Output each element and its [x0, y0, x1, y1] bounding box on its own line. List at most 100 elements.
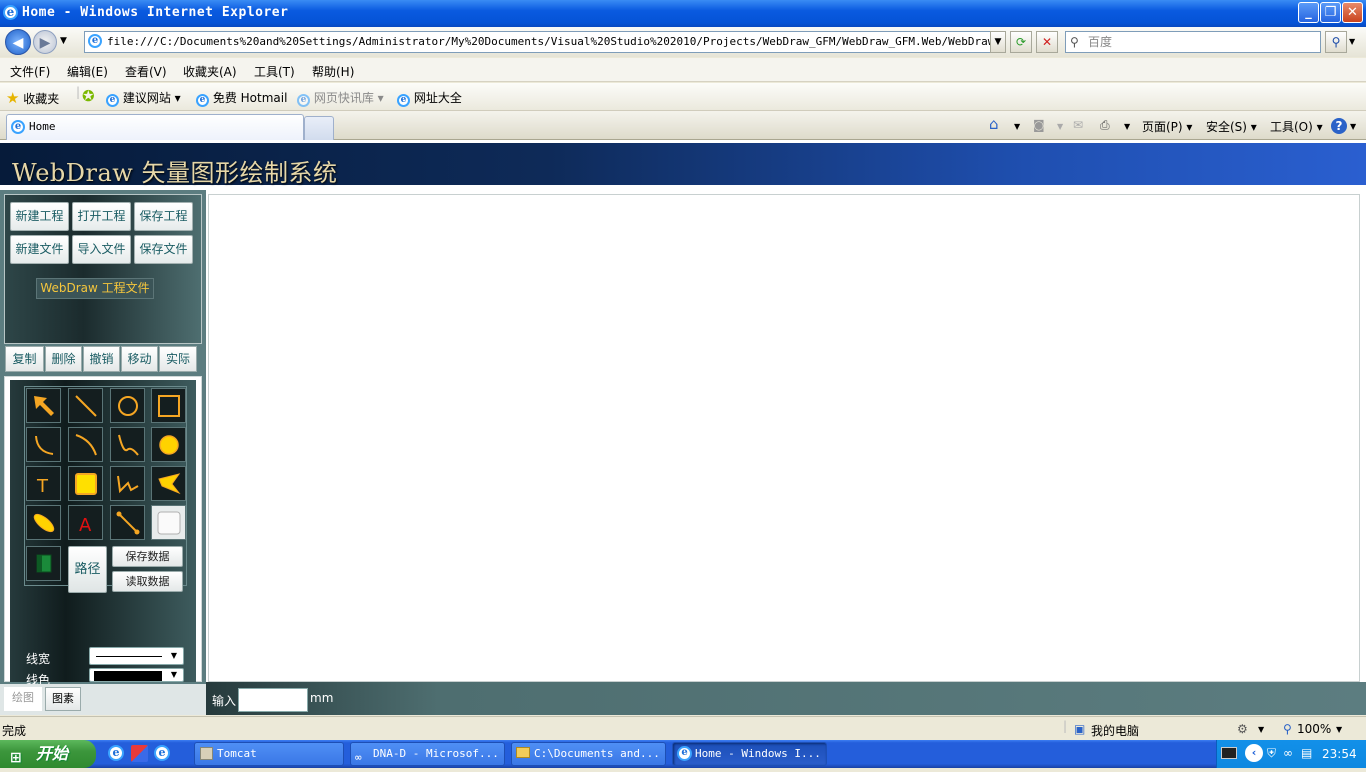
taskbar-item-ie[interactable]: e Home - Windows I... [672, 742, 827, 766]
ie-link-icon: e [397, 94, 410, 107]
line-tool[interactable] [68, 388, 103, 423]
move-button[interactable]: 移动 [121, 346, 158, 372]
search-go-icon[interactable]: ⚲ [1325, 31, 1347, 53]
history-dropdown-icon[interactable]: ▼ [60, 36, 67, 46]
zoom-dropdown-icon[interactable]: ▼ [1336, 725, 1342, 734]
taskbar-item-tomcat[interactable]: Tomcat [194, 742, 344, 766]
drawing-canvas[interactable] [208, 194, 1360, 682]
new-tab-button[interactable] [304, 116, 334, 140]
menu-favorites[interactable]: 收藏夹(A) [183, 63, 237, 80]
line-width-select[interactable]: ▼ [89, 647, 184, 665]
copy-button[interactable]: 复制 [5, 346, 44, 372]
volume-icon[interactable]: ▤ [1301, 746, 1312, 760]
menu-file[interactable]: 文件(F) [10, 63, 50, 80]
menu-help[interactable]: 帮助(H) [312, 63, 354, 80]
load-data-button[interactable]: 读取数据 [112, 571, 183, 592]
circle-tool[interactable] [110, 388, 145, 423]
protected-dropdown-icon[interactable]: ▼ [1258, 725, 1264, 734]
fav-link-suggested[interactable]: e 建议网站 ▾ [106, 89, 181, 107]
filled-rect-tool[interactable] [68, 466, 103, 501]
safety-menu[interactable]: 安全(S) ▾ [1206, 118, 1257, 135]
label-text-tool[interactable]: A [68, 505, 103, 540]
image-tool[interactable] [26, 546, 61, 581]
task-label: DNA-D - Microsof... [373, 747, 499, 760]
tools-menu[interactable]: 工具(O) ▾ [1270, 118, 1323, 135]
print-dropdown-icon[interactable]: ▼ [1124, 122, 1130, 131]
back-button[interactable]: ◀ [5, 29, 31, 55]
polyline-tool[interactable] [110, 466, 145, 501]
minimize-button[interactable]: _ [1298, 2, 1319, 23]
quicklaunch-app-icon[interactable] [131, 745, 148, 762]
tab-elements[interactable]: 图素 [45, 687, 81, 711]
maximize-button[interactable]: ❐ [1320, 2, 1341, 23]
fav-link-hotmail[interactable]: e 免费 Hotmail [196, 89, 287, 107]
zoom-level[interactable]: 100% [1297, 722, 1331, 736]
search-options-icon[interactable]: ▼ [1349, 37, 1355, 46]
start-button[interactable]: ⊞ 开始 [0, 740, 96, 768]
forward-button[interactable]: ▶ [33, 30, 57, 54]
open-project-button[interactable]: 打开工程 [72, 202, 131, 231]
zoom-icon[interactable]: ⚲ [1283, 722, 1292, 736]
tab-page-icon: e [11, 120, 25, 134]
ie-link-icon: e [196, 94, 209, 107]
arc-tool[interactable] [26, 427, 61, 462]
help-dropdown-icon[interactable]: ▼ [1350, 122, 1356, 131]
address-bar[interactable]: e file:///C:/Documents%20and%20Settings/… [84, 31, 1006, 53]
path-button[interactable]: 路径 [68, 546, 107, 593]
select-arrow-tool[interactable] [26, 388, 61, 423]
keyboard-icon[interactable] [1221, 747, 1237, 759]
search-input[interactable]: ⚲ 百度 [1065, 31, 1321, 53]
blank-shape-tool[interactable] [151, 505, 186, 540]
save-file-button[interactable]: 保存文件 [134, 235, 193, 264]
dimension-tool[interactable] [110, 505, 145, 540]
new-file-button[interactable]: 新建文件 [10, 235, 69, 264]
quicklaunch-ie-icon[interactable]: e [108, 745, 125, 762]
new-project-button[interactable]: 新建工程 [10, 202, 69, 231]
home-dropdown-icon[interactable]: ▼ [1014, 122, 1020, 131]
menu-tools[interactable]: 工具(T) [254, 63, 295, 80]
shield-icon[interactable]: ⛨ [1267, 746, 1276, 761]
stop-button[interactable]: ✕ [1036, 31, 1058, 53]
network-icon[interactable]: ∞ [1283, 746, 1293, 760]
value-input[interactable] [238, 688, 308, 712]
favorites-button[interactable]: ★ 收藏夹 [6, 89, 59, 107]
bezier-tool[interactable] [110, 427, 145, 462]
page-menu[interactable]: 页面(P) ▾ [1142, 118, 1192, 135]
fav-link-sites[interactable]: e 网址大全 [397, 89, 462, 107]
add-favorite-icon[interactable]: ✪ [82, 87, 95, 105]
address-dropdown-icon[interactable]: ▼ [990, 31, 1006, 53]
feeds-icon[interactable]: ◙ [1033, 118, 1045, 132]
import-file-button[interactable]: 导入文件 [72, 235, 131, 264]
save-data-button[interactable]: 保存数据 [112, 546, 183, 567]
ellipse-tool[interactable] [26, 505, 61, 540]
actual-size-button[interactable]: 实际 [159, 346, 197, 372]
home-icon[interactable]: ⌂ [989, 115, 999, 133]
taskbar-item-folder[interactable]: C:\Documents and... [511, 742, 666, 766]
menu-view[interactable]: 查看(V) [125, 63, 167, 80]
line-color-select[interactable]: ▼ [89, 668, 184, 682]
text-tool[interactable]: T [26, 466, 61, 501]
close-button[interactable]: ✕ [1342, 2, 1363, 23]
help-icon[interactable]: ? [1331, 118, 1347, 134]
refresh-button[interactable]: ⟳ [1010, 31, 1032, 53]
mail-icon[interactable]: ✉ [1073, 118, 1083, 132]
zone-text: 我的电脑 [1091, 724, 1140, 738]
project-file-label[interactable]: WebDraw 工程文件 [36, 278, 154, 299]
tab-home[interactable]: e Home [6, 114, 304, 140]
save-project-button[interactable]: 保存工程 [134, 202, 193, 231]
tab-draw[interactable]: 绘图 [4, 687, 42, 711]
tray-expand-icon[interactable]: ‹ [1245, 744, 1263, 762]
filled-circle-tool[interactable] [151, 427, 186, 462]
taskbar-item-dna[interactable]: ∞ DNA-D - Microsof... [350, 742, 505, 766]
rectangle-tool[interactable] [151, 388, 186, 423]
polygon-tool[interactable] [151, 466, 186, 501]
print-icon[interactable]: ⎙ [1100, 118, 1110, 133]
delete-button[interactable]: 删除 [45, 346, 82, 372]
menu-edit[interactable]: 编辑(E) [67, 63, 108, 80]
protected-mode-icon[interactable]: ⚙ [1237, 722, 1248, 736]
undo-button[interactable]: 撤销 [83, 346, 120, 372]
quicklaunch-ie2-icon[interactable]: e [154, 745, 171, 762]
curve-tool[interactable] [68, 427, 103, 462]
feeds-dropdown-icon[interactable]: ▼ [1057, 122, 1063, 131]
fav-link-webslice[interactable]: e 网页快讯库 ▾ [297, 89, 384, 107]
